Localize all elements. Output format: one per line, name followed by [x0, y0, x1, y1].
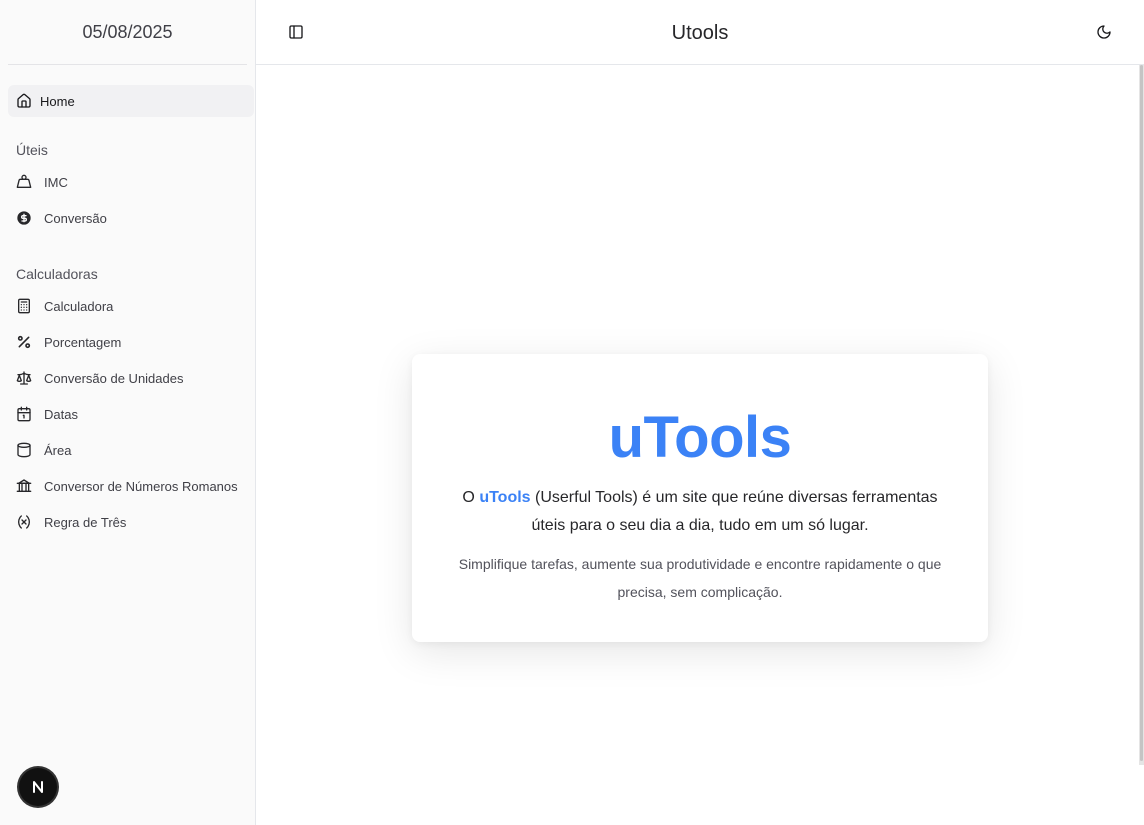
sidebar-item-datas[interactable]: Datas	[8, 398, 254, 430]
sidebar-item-label: Regra de Três	[44, 514, 127, 530]
theme-toggle-button[interactable]	[1092, 20, 1116, 44]
sidebar-item-area[interactable]: Área	[8, 434, 254, 466]
sidebar-item-label: Datas	[44, 406, 78, 422]
calculator-icon	[16, 298, 32, 314]
desc-suffix: (Userful Tools) é um site que reúne dive…	[530, 489, 938, 534]
weight-icon	[16, 174, 32, 190]
card-title: uTools	[608, 405, 792, 470]
moon-icon	[1097, 25, 1111, 39]
variable-icon	[16, 514, 32, 530]
cylinder-icon	[16, 442, 32, 458]
sidebar-item-label: IMC	[44, 174, 68, 190]
sidebar-item-label: Conversão de Unidades	[44, 370, 184, 386]
roman-icon	[16, 478, 32, 494]
n-logo-icon	[33, 781, 43, 793]
sidebar-item-label: Porcentagem	[44, 334, 122, 350]
scrollbar-thumb[interactable]	[1140, 65, 1143, 761]
card-description: O uTools (Userful Tools) é um site que r…	[452, 484, 948, 540]
sidebar-item-conversao-unidades[interactable]: Conversão de Unidades	[8, 362, 254, 394]
sidebar-date: 05/08/2025	[8, 0, 247, 65]
sidebar-item-label: Home	[40, 93, 75, 109]
desc-prefix: O	[462, 489, 480, 506]
sidebar: 05/08/2025 Home Úteis IMC Conversão Calc…	[0, 0, 256, 825]
group-label-uteis: Úteis	[16, 142, 48, 158]
calendar-icon	[16, 406, 32, 422]
sidebar-item-home[interactable]: Home	[8, 85, 254, 117]
sidebar-item-label: Calculadora	[44, 298, 114, 314]
sidebar-item-calculadora[interactable]: Calculadora	[8, 290, 254, 322]
header: Utools	[256, 0, 1144, 65]
sidebar-item-label: Área	[44, 442, 72, 458]
sidebar-item-label: Conversor de Números Romanos	[44, 478, 238, 494]
desc-brand: uTools	[479, 489, 531, 506]
intro-card: uTools O uTools (Userful Tools) é um sit…	[412, 354, 988, 642]
group-label-calculadoras: Calculadoras	[16, 266, 98, 282]
card-subtext: Simplifique tarefas, aumente sua produti…	[458, 556, 942, 600]
home-icon	[16, 93, 32, 109]
sidebar-item-conversao[interactable]: Conversão	[8, 202, 254, 234]
sidebar-item-imc[interactable]: IMC	[8, 166, 254, 198]
sidebar-item-porcentagem[interactable]: Porcentagem	[8, 326, 254, 358]
sidebar-item-label: Conversão	[44, 210, 107, 226]
n-badge-button[interactable]	[19, 768, 57, 806]
scale-icon	[16, 370, 32, 386]
dollar-circle-icon	[16, 210, 32, 226]
page-title: Utools	[671, 22, 729, 44]
sidebar-item-romanos[interactable]: Conversor de Números Romanos	[8, 470, 254, 502]
sidebar-item-regra-tres[interactable]: Regra de Três	[8, 506, 254, 538]
percent-icon	[16, 334, 32, 350]
